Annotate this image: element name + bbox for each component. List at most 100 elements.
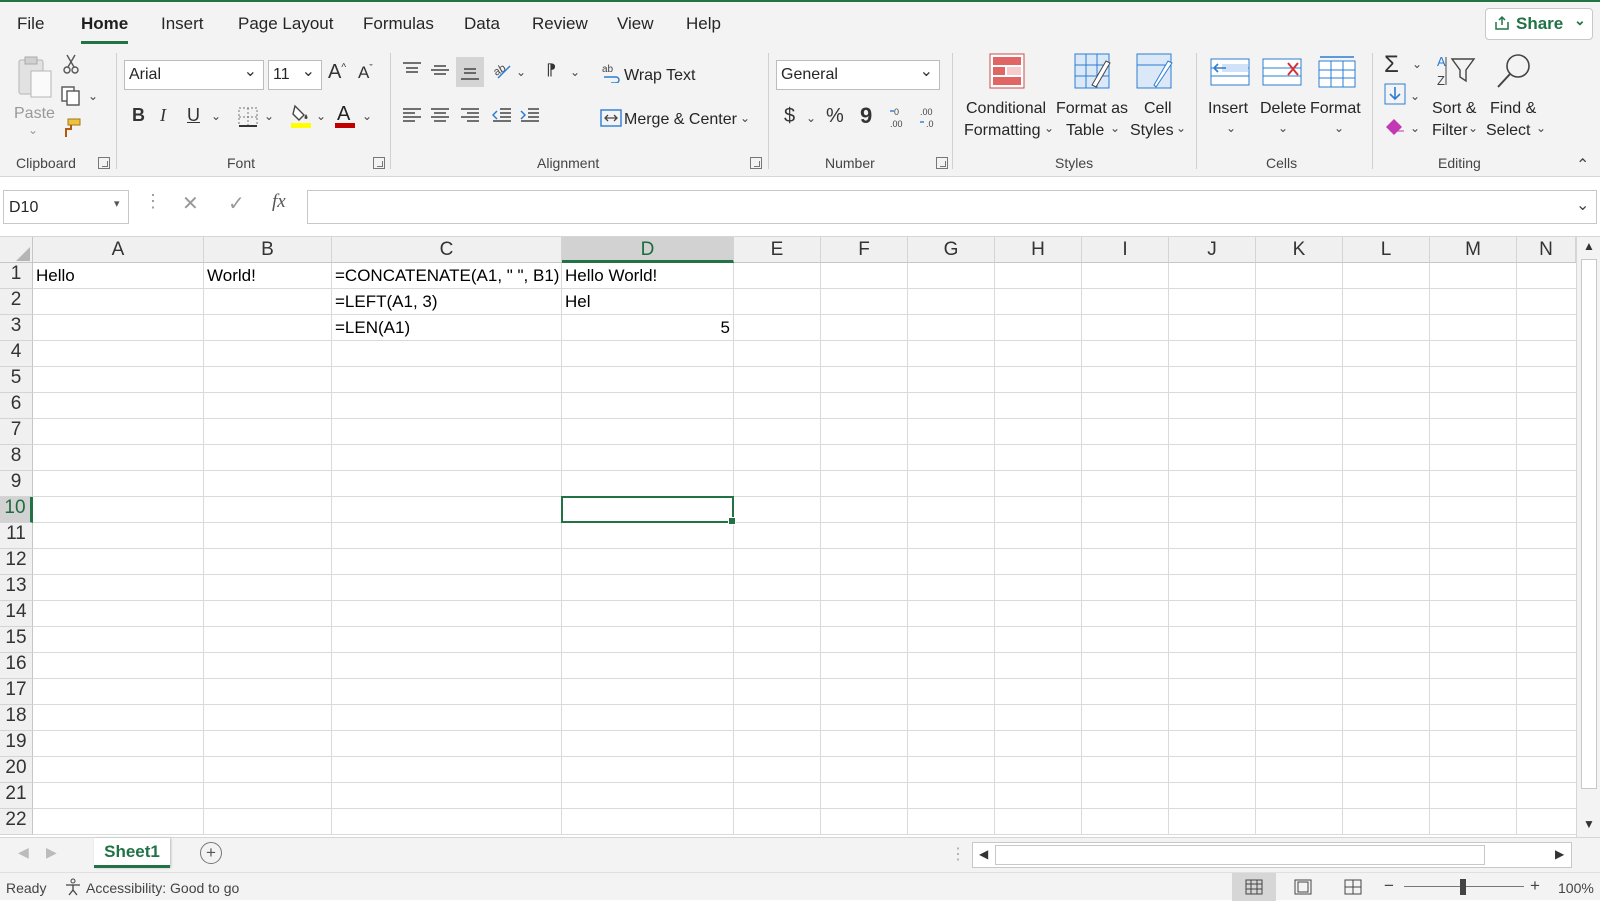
orientation-icon[interactable]: ab [492, 59, 514, 81]
tab-view[interactable]: View [617, 14, 654, 34]
font-color-icon[interactable]: A [334, 102, 356, 130]
align-top-icon[interactable] [402, 61, 422, 79]
column-header-e[interactable]: E [734, 237, 821, 263]
zoom-in-icon[interactable]: + [1530, 876, 1540, 896]
next-sheet-icon[interactable]: ▶ [46, 844, 57, 861]
clear-eraser-icon[interactable] [1384, 115, 1406, 137]
number-launcher-icon[interactable] [936, 157, 948, 169]
cancel-icon[interactable]: ✕ [182, 191, 199, 216]
tab-help[interactable]: Help [686, 14, 721, 34]
cell-d1[interactable]: Hello World! [562, 263, 657, 289]
column-header-l[interactable]: L [1343, 237, 1430, 263]
row-header-18[interactable]: 18 [0, 705, 33, 731]
page-break-view-icon[interactable] [1344, 879, 1362, 895]
italic-button[interactable]: I [160, 105, 166, 126]
row-header-14[interactable]: 14 [0, 601, 33, 627]
row-header-19[interactable]: 19 [0, 731, 33, 757]
tab-splitter-icon[interactable]: ⋮ [950, 844, 966, 864]
row-header-20[interactable]: 20 [0, 757, 33, 783]
cell-b1[interactable]: World! [204, 263, 256, 289]
currency-button[interactable]: $ [784, 105, 795, 128]
align-left-icon[interactable] [402, 107, 422, 125]
delete-cells-button[interactable]: Delete ⌄ [1258, 53, 1308, 149]
zoom-out-icon[interactable]: − [1384, 876, 1394, 896]
column-header-j[interactable]: J [1169, 237, 1256, 263]
worksheet-grid[interactable]: ABCDEFGHIJKLMN 1 2 3 4 5 6 7 8 9 10 11 12 13 14 15 16 17… [0, 237, 1600, 837]
scroll-down-icon[interactable]: ▼ [1583, 817, 1595, 831]
copy-icon[interactable] [60, 85, 82, 107]
column-header-d[interactable]: D [562, 237, 734, 263]
borders-icon[interactable] [238, 107, 258, 127]
cell-c3[interactable]: =LEN(A1) [332, 315, 410, 341]
scroll-up-icon[interactable]: ▲ [1583, 239, 1595, 253]
share-button[interactable]: Share ⌄ [1485, 8, 1593, 40]
name-box[interactable]: D10 ▾ [3, 190, 129, 224]
alignment-launcher-icon[interactable] [750, 157, 762, 169]
fill-color-icon[interactable] [290, 103, 312, 129]
align-right-icon[interactable] [460, 107, 480, 125]
page-layout-view-icon[interactable] [1294, 879, 1312, 895]
chevron-down-icon[interactable]: ⌄ [1412, 57, 1422, 71]
tab-formulas[interactable]: Formulas [363, 14, 434, 34]
text-direction-icon[interactable]: ⁋ [546, 60, 556, 80]
accessibility-icon[interactable] [64, 878, 82, 896]
chevron-down-icon[interactable]: ⌄ [211, 109, 221, 123]
shrink-font-button[interactable]: Aˇ [358, 63, 373, 83]
tab-page-layout[interactable]: Page Layout [238, 14, 333, 34]
sort-filter-button[interactable]: AZ Sort & Filter ⌄ [1430, 51, 1482, 147]
select-all-button[interactable] [0, 237, 33, 263]
chevron-down-icon[interactable]: ⌄ [362, 109, 372, 123]
column-header-n[interactable]: N [1517, 237, 1576, 263]
horizontal-scroll-thumb[interactable] [995, 845, 1485, 865]
row-header-3[interactable]: 3 [0, 315, 33, 341]
underline-button[interactable]: U [187, 105, 200, 126]
cell-c2[interactable]: =LEFT(A1, 3) [332, 289, 438, 315]
accessibility-status[interactable]: Accessibility: Good to go [86, 880, 239, 896]
vertical-scroll-thumb[interactable] [1581, 259, 1597, 789]
selected-cell[interactable] [561, 496, 736, 525]
grow-font-button[interactable]: A^ [328, 61, 346, 84]
tab-insert[interactable]: Insert [161, 14, 204, 34]
chevron-down-icon[interactable]: ⌄ [264, 109, 274, 123]
row-header-21[interactable]: 21 [0, 783, 33, 809]
scroll-right-icon[interactable]: ▶ [1555, 847, 1564, 861]
increase-decimal-icon[interactable]: 0.00 [888, 105, 910, 129]
row-header-6[interactable]: 6 [0, 393, 33, 419]
row-header-17[interactable]: 17 [0, 679, 33, 705]
chevron-down-icon[interactable]: ⌄ [516, 65, 526, 79]
vertical-scrollbar[interactable]: ▲ ▼ [1576, 237, 1600, 837]
format-painter-icon[interactable] [60, 117, 82, 139]
find-select-button[interactable]: Find & Select ⌄ [1486, 51, 1546, 147]
wrap-text-button[interactable]: Wrap Text [624, 67, 695, 85]
row-header-12[interactable]: 12 [0, 549, 33, 575]
column-header-b[interactable]: B [204, 237, 332, 263]
add-sheet-icon[interactable]: + [200, 842, 222, 864]
horizontal-scrollbar[interactable]: ◀ ▶ [972, 842, 1572, 868]
cell-styles-button[interactable]: Cell Styles ⌄ [1128, 53, 1188, 149]
column-header-f[interactable]: F [821, 237, 908, 263]
tab-file[interactable]: File [17, 14, 44, 34]
row-header-16[interactable]: 16 [0, 653, 33, 679]
zoom-slider-thumb[interactable] [1460, 879, 1466, 895]
row-header-2[interactable]: 2 [0, 289, 33, 315]
decrease-decimal-icon[interactable]: .00.0 [918, 105, 940, 129]
cell-c1[interactable]: =CONCATENATE(A1, " ", B1) [332, 263, 559, 289]
font-size-select[interactable]: 11 [268, 60, 322, 90]
column-header-g[interactable]: G [908, 237, 995, 263]
chevron-down-icon[interactable]: ⌄ [1410, 89, 1420, 103]
insert-function-icon[interactable]: fx [272, 191, 286, 213]
tab-data[interactable]: Data [464, 14, 500, 34]
row-header-4[interactable]: 4 [0, 341, 33, 367]
chevron-down-icon[interactable]: ⌄ [88, 89, 98, 103]
row-header-5[interactable]: 5 [0, 367, 33, 393]
fill-icon[interactable] [1384, 83, 1406, 105]
cut-icon[interactable] [62, 53, 80, 75]
column-header-i[interactable]: I [1082, 237, 1169, 263]
chevron-down-icon[interactable]: ⌄ [316, 109, 326, 123]
font-launcher-icon[interactable] [373, 157, 385, 169]
conditional-formatting-button[interactable]: Conditional Formatting ⌄ [962, 53, 1054, 149]
scroll-left-icon[interactable]: ◀ [979, 847, 988, 861]
row-header-9[interactable]: 9 [0, 471, 33, 497]
decrease-indent-icon[interactable] [492, 107, 512, 125]
format-cells-button[interactable]: Format ⌄ [1310, 53, 1366, 149]
